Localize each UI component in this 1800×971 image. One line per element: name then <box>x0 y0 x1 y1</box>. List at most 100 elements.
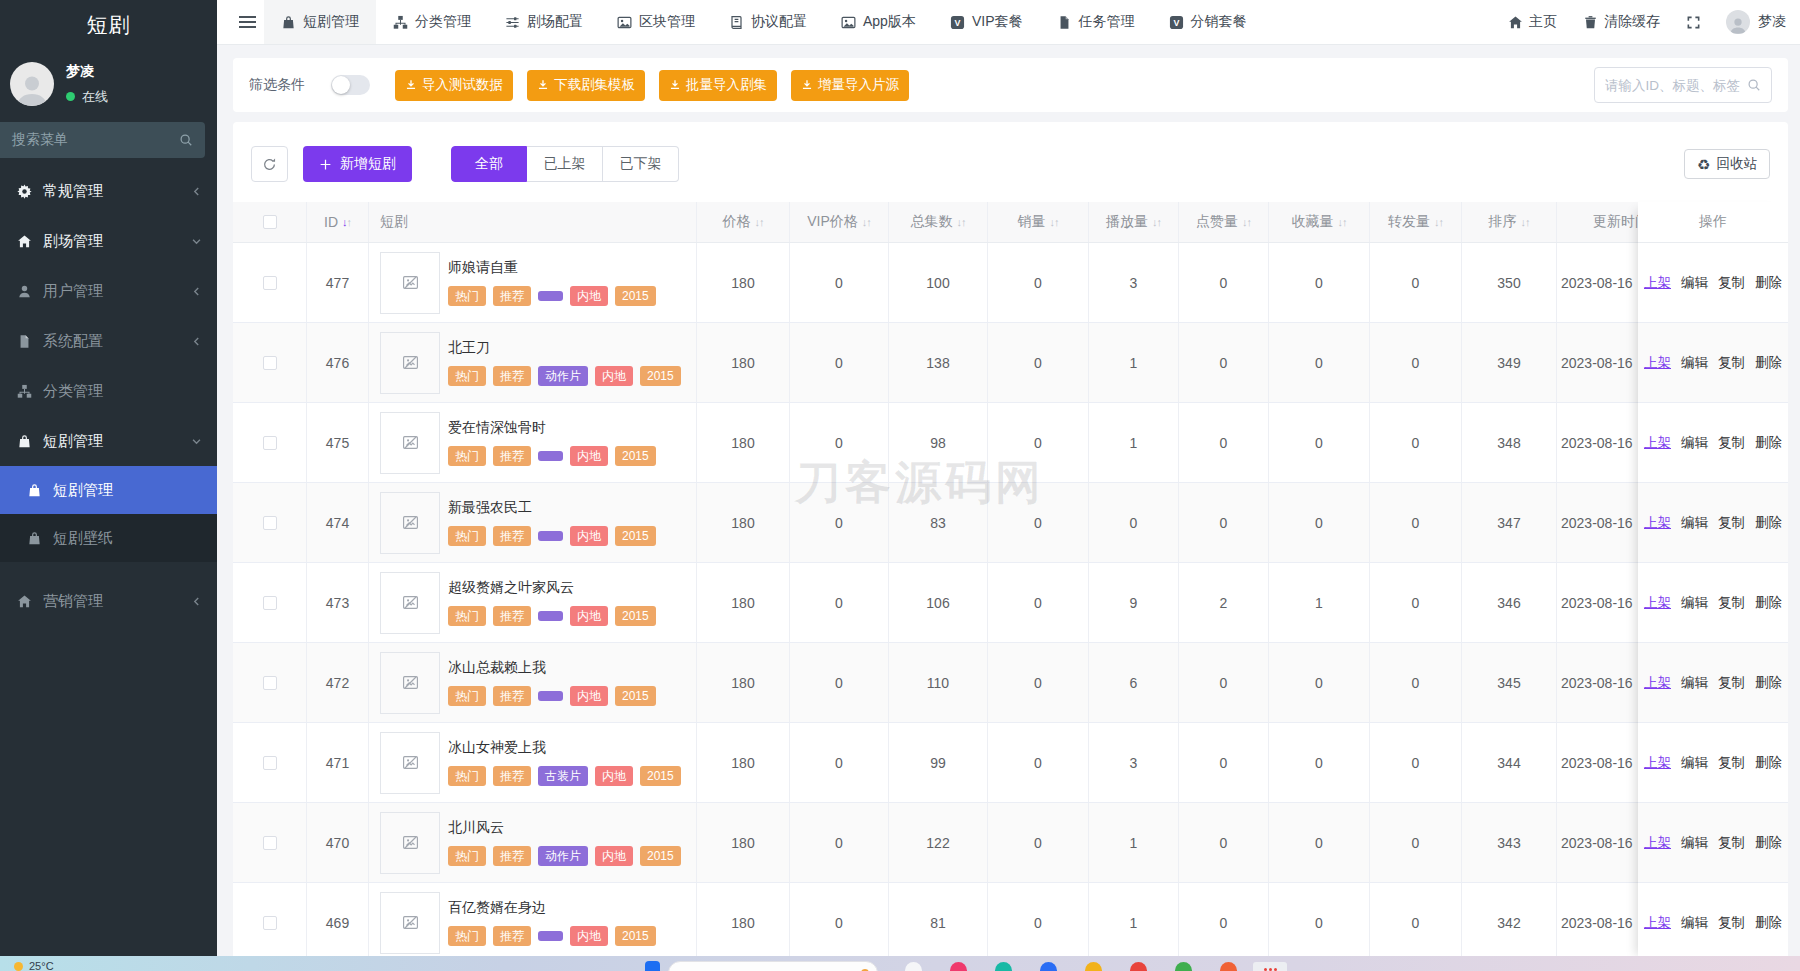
filter-tab-已上架[interactable]: 已上架 <box>527 146 603 182</box>
sort-icons[interactable]: ↓↑ <box>1152 216 1161 228</box>
action-上架[interactable]: 上架 <box>1644 674 1671 692</box>
tab-drama[interactable]: 短剧管理 <box>264 0 376 44</box>
action-删除[interactable]: 删除 <box>1755 674 1782 692</box>
action-删除[interactable]: 删除 <box>1755 754 1782 772</box>
action-上架[interactable]: 上架 <box>1644 834 1671 852</box>
sidebar-item-general[interactable]: 常规管理 <box>0 166 217 216</box>
sidebar-subitem-drama-manage[interactable]: 短剧管理 <box>0 466 217 514</box>
sidebar-item-users[interactable]: 用户管理 <box>0 266 217 316</box>
action-删除[interactable]: 删除 <box>1755 354 1782 372</box>
download-episode-template-button[interactable]: 下载剧集模板 <box>527 70 645 101</box>
sort-icons[interactable]: ↓↑ <box>1521 216 1530 228</box>
action-上架[interactable]: 上架 <box>1644 594 1671 612</box>
clear-cache-link[interactable]: 清除缓存 <box>1570 0 1673 44</box>
tab-agreement[interactable]: 协议配置 <box>712 0 824 44</box>
action-删除[interactable]: 删除 <box>1755 914 1782 932</box>
batch-import-episodes-button[interactable]: 批量导入剧集 <box>659 70 777 101</box>
action-编辑[interactable]: 编辑 <box>1681 834 1708 852</box>
weather-widget[interactable]: 25°C <box>14 960 54 971</box>
taskbar-app-pink[interactable] <box>950 962 967 971</box>
select-all-checkbox[interactable] <box>263 215 277 229</box>
sort-icons[interactable]: ↓↑ <box>1050 216 1059 228</box>
action-编辑[interactable]: 编辑 <box>1681 754 1708 772</box>
sort-icons[interactable]: ↓↑ <box>862 216 871 228</box>
avatar[interactable] <box>10 62 54 106</box>
sort-icons[interactable]: ↓↑ <box>1338 216 1347 228</box>
table-search-input[interactable] <box>1605 78 1747 93</box>
sort-icons[interactable]: ↓↑ <box>1242 216 1251 228</box>
taskbar-app-window[interactable] <box>905 962 922 971</box>
action-上架[interactable]: 上架 <box>1644 914 1671 932</box>
navbar-avatar[interactable] <box>1726 10 1750 34</box>
action-复制[interactable]: 复制 <box>1718 274 1745 292</box>
taskbar-app-green[interactable] <box>1175 962 1192 971</box>
action-编辑[interactable]: 编辑 <box>1681 594 1708 612</box>
sort-icons[interactable]: ↓↑ <box>342 216 351 228</box>
action-编辑[interactable]: 编辑 <box>1681 274 1708 292</box>
action-删除[interactable]: 删除 <box>1755 834 1782 852</box>
action-复制[interactable]: 复制 <box>1718 914 1745 932</box>
row-checkbox[interactable] <box>263 756 277 770</box>
action-复制[interactable]: 复制 <box>1718 514 1745 532</box>
action-删除[interactable]: 删除 <box>1755 514 1782 532</box>
row-checkbox[interactable] <box>263 516 277 530</box>
import-test-data-button[interactable]: 导入测试数据 <box>395 70 513 101</box>
sidebar-item-theater[interactable]: 剧场管理 <box>0 216 217 266</box>
taskbar-app-dots[interactable] <box>1253 962 1287 971</box>
navbar-username[interactable]: 梦凌 <box>1750 13 1800 31</box>
tab-category[interactable]: 分类管理 <box>376 0 488 44</box>
sidebar-item-category[interactable]: 分类管理 <box>0 366 217 416</box>
refresh-button[interactable] <box>251 146 288 182</box>
sort-icons[interactable]: ↓↑ <box>755 216 764 228</box>
taskbar-app-orange[interactable] <box>1220 962 1237 971</box>
action-编辑[interactable]: 编辑 <box>1681 914 1708 932</box>
row-checkbox[interactable] <box>263 836 277 850</box>
taskbar-app-teal[interactable] <box>995 962 1012 971</box>
action-删除[interactable]: 删除 <box>1755 434 1782 452</box>
taskbar-search[interactable] <box>668 961 878 971</box>
action-上架[interactable]: 上架 <box>1644 514 1671 532</box>
action-上架[interactable]: 上架 <box>1644 354 1671 372</box>
taskbar-app-yellow[interactable] <box>1085 962 1102 971</box>
tab-tasks[interactable]: 任务管理 <box>1040 0 1152 44</box>
fullscreen-button[interactable] <box>1673 0 1714 44</box>
sidebar-search[interactable]: 搜索菜单 <box>0 122 205 158</box>
recycle-bin-button[interactable]: ♻回收站 <box>1684 149 1770 179</box>
action-删除[interactable]: 删除 <box>1755 274 1782 292</box>
action-复制[interactable]: 复制 <box>1718 674 1745 692</box>
taskbar-app-blue[interactable] <box>1040 962 1057 971</box>
incremental-import-source-button[interactable]: 增量导入片源 <box>791 70 909 101</box>
row-checkbox[interactable] <box>263 436 277 450</box>
row-checkbox[interactable] <box>263 596 277 610</box>
filter-tab-已下架[interactable]: 已下架 <box>603 146 679 182</box>
action-复制[interactable]: 复制 <box>1718 354 1745 372</box>
tab-theater-config[interactable]: 剧场配置 <box>488 0 600 44</box>
action-上架[interactable]: 上架 <box>1644 274 1671 292</box>
home-link[interactable]: 主页 <box>1495 0 1570 44</box>
tab-blocks[interactable]: 区块管理 <box>600 0 712 44</box>
row-checkbox[interactable] <box>263 276 277 290</box>
sidebar-item-marketing[interactable]: 营销管理 <box>0 576 217 626</box>
action-编辑[interactable]: 编辑 <box>1681 674 1708 692</box>
taskbar-app-edge[interactable] <box>645 961 660 971</box>
row-checkbox[interactable] <box>263 916 277 930</box>
filter-tab-全部[interactable]: 全部 <box>451 146 527 182</box>
action-上架[interactable]: 上架 <box>1644 434 1671 452</box>
sort-icons[interactable]: ↓↑ <box>957 216 966 228</box>
action-编辑[interactable]: 编辑 <box>1681 434 1708 452</box>
row-checkbox[interactable] <box>263 676 277 690</box>
add-drama-button[interactable]: 新增短剧 <box>303 146 412 182</box>
sort-icons[interactable]: ↓↑ <box>1434 216 1443 228</box>
sidebar-item-drama[interactable]: 短剧管理 <box>0 416 217 466</box>
action-复制[interactable]: 复制 <box>1718 834 1745 852</box>
action-编辑[interactable]: 编辑 <box>1681 514 1708 532</box>
tab-app-version[interactable]: App版本 <box>824 0 933 44</box>
action-复制[interactable]: 复制 <box>1718 434 1745 452</box>
action-复制[interactable]: 复制 <box>1718 754 1745 772</box>
sidebar-item-system[interactable]: 系统配置 <box>0 316 217 366</box>
filter-toggle[interactable] <box>331 75 370 95</box>
tab-distribution[interactable]: V分销套餐 <box>1152 0 1264 44</box>
action-编辑[interactable]: 编辑 <box>1681 354 1708 372</box>
action-删除[interactable]: 删除 <box>1755 594 1782 612</box>
taskbar-app-red[interactable] <box>1130 962 1147 971</box>
